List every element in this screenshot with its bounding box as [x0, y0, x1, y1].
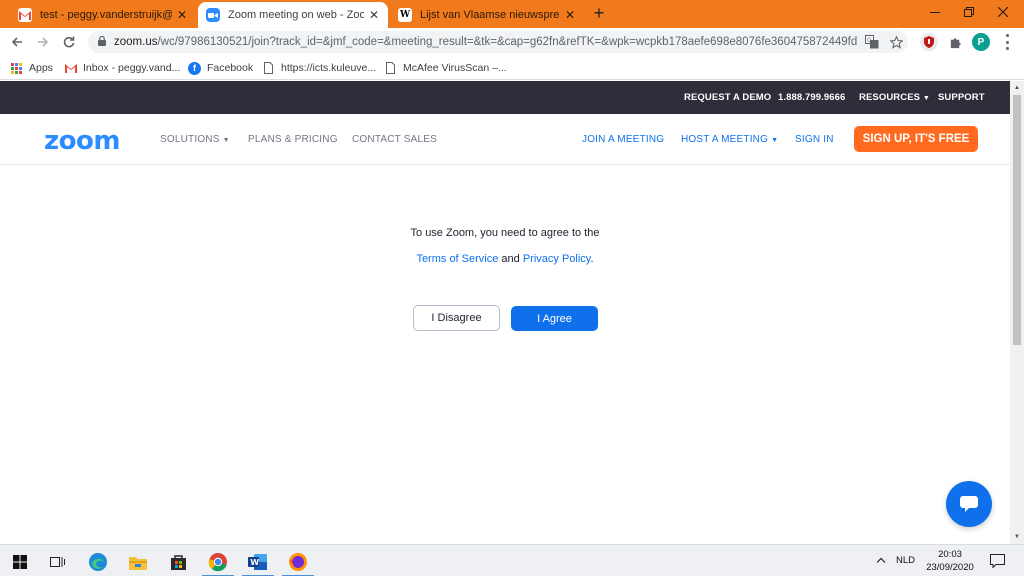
page-icon	[384, 62, 397, 75]
bookmark-label: Apps	[29, 62, 53, 74]
scrollbar-thumb[interactable]	[1013, 95, 1021, 345]
svg-text:G: G	[867, 37, 872, 44]
wikipedia-icon: W	[398, 8, 412, 22]
facebook-icon: f	[188, 61, 201, 75]
svg-text:W: W	[250, 558, 259, 567]
mcafee-extension-icon[interactable]	[920, 33, 938, 51]
sign-in-link[interactable]: SIGN IN	[795, 114, 834, 165]
bookmark-apps[interactable]: Apps	[10, 60, 53, 76]
close-window-icon[interactable]	[986, 0, 1020, 24]
join-meeting-link[interactable]: JOIN A MEETING	[582, 114, 664, 165]
host-meeting-menu[interactable]: HOST A MEETING ▼	[681, 114, 778, 166]
request-demo-link[interactable]: REQUEST A DEMO	[684, 81, 771, 114]
address-bar[interactable]: zoom.us/wc/97986130521/join?track_id=&jm…	[88, 31, 908, 53]
agree-button[interactable]: I Agree	[511, 306, 598, 331]
firefox-icon[interactable]	[278, 549, 318, 576]
file-explorer-icon[interactable]	[118, 549, 158, 575]
close-icon[interactable]: ✕	[368, 8, 380, 22]
tab-title: Zoom meeting on web - Zoom	[228, 9, 364, 21]
plans-pricing-link[interactable]: PLANS & PRICING	[248, 114, 338, 165]
browser-menu-icon[interactable]	[1004, 34, 1010, 50]
clock[interactable]: 20:03 23/09/2020	[922, 548, 978, 574]
bookmark-inbox[interactable]: Inbox - peggy.vand...	[64, 60, 180, 76]
minimize-icon[interactable]	[918, 0, 952, 24]
disagree-button[interactable]: I Disagree	[413, 305, 500, 331]
tray-expand-icon[interactable]	[876, 545, 886, 576]
support-link[interactable]: SUPPORT	[938, 81, 985, 114]
sign-up-button[interactable]: SIGN UP, IT'S FREE	[854, 126, 978, 152]
clock-time: 20:03	[938, 549, 962, 560]
zoom-icon	[206, 8, 220, 22]
page-scrollbar[interactable]: ▲ ▼	[1010, 81, 1024, 544]
new-tab-button[interactable]: +	[590, 4, 608, 22]
bookmark-icts[interactable]: https://icts.kuleuve...	[262, 60, 376, 76]
caret-down-icon: ▼	[922, 95, 930, 102]
windows-taskbar: W NLD 20:03 23/09/2020	[0, 544, 1024, 576]
caret-down-icon: ▼	[771, 137, 779, 144]
bookmark-facebook[interactable]: f Facebook	[188, 60, 253, 76]
lock-icon	[98, 36, 106, 46]
zoom-main-nav: zoom SOLUTIONS ▼ PLANS & PRICING CONTACT…	[0, 114, 1010, 165]
extensions-puzzle-icon[interactable]	[946, 33, 964, 51]
url-text: zoom.us/wc/97986130521/join?track_id=&jm…	[114, 36, 858, 48]
tab-title: Lijst van Vlaamse nieuwspresent	[420, 9, 560, 21]
language-indicator[interactable]: NLD	[896, 545, 915, 576]
bookmark-mcafee[interactable]: McAfee VirusScan –...	[384, 60, 507, 76]
edge-icon[interactable]	[78, 549, 118, 575]
clock-date: 23/09/2020	[926, 562, 974, 573]
profile-avatar[interactable]: P	[972, 33, 990, 51]
resources-menu[interactable]: RESOURCES ▼	[859, 81, 930, 115]
star-icon[interactable]	[888, 34, 904, 50]
privacy-policy-link[interactable]: Privacy Policy	[523, 253, 591, 265]
agreement-message: To use Zoom, you need to agree to the	[410, 227, 600, 239]
tab-zoom[interactable]: Zoom meeting on web - Zoom ✕	[198, 2, 388, 28]
tab-title: test - peggy.vanderstruijk@gmai	[40, 9, 172, 21]
zoom-logo[interactable]: zoom	[44, 126, 120, 156]
task-view-icon[interactable]	[38, 549, 78, 575]
bookmark-label: https://icts.kuleuve...	[281, 62, 377, 74]
contact-sales-link[interactable]: CONTACT SALES	[352, 114, 437, 165]
back-arrow-icon[interactable]	[8, 33, 26, 51]
gmail-icon	[64, 62, 77, 75]
scroll-down-icon[interactable]: ▼	[1013, 533, 1021, 541]
word-icon[interactable]: W	[238, 549, 278, 576]
chat-bubble-icon	[960, 496, 978, 512]
phone-number-link[interactable]: 1.888.799.9666	[778, 81, 845, 114]
start-icon[interactable]	[0, 549, 40, 575]
chrome-icon[interactable]	[198, 549, 238, 576]
browser-toolbar: zoom.us/wc/97986130521/join?track_id=&jm…	[0, 28, 1024, 56]
forward-arrow-icon[interactable]	[34, 33, 52, 51]
bookmark-label: Inbox - peggy.vand...	[83, 62, 181, 74]
terms-of-service-link[interactable]: Terms of Service	[416, 253, 498, 265]
restore-icon[interactable]	[952, 0, 986, 24]
zoom-top-bar: REQUEST A DEMO 1.888.799.9666 RESOURCES …	[0, 81, 1010, 114]
tab-wikipedia[interactable]: W Lijst van Vlaamse nieuwspresent ✕	[390, 2, 584, 28]
close-icon[interactable]: ✕	[564, 8, 576, 22]
and-text: and	[501, 253, 520, 265]
close-icon[interactable]: ✕	[176, 8, 188, 22]
apps-grid-icon	[10, 62, 23, 75]
page-icon	[262, 62, 275, 75]
tab-gmail[interactable]: test - peggy.vanderstruijk@gmai ✕	[10, 2, 196, 28]
translate-icon[interactable]: G	[864, 34, 880, 50]
reload-icon[interactable]	[60, 33, 78, 51]
bookmark-label: McAfee VirusScan –...	[403, 62, 507, 74]
bookmark-label: Facebook	[207, 62, 254, 74]
scroll-up-icon[interactable]: ▲	[1013, 84, 1021, 92]
browser-tab-strip: test - peggy.vanderstruijk@gmai ✕ Zoom m…	[0, 0, 1024, 28]
agreement-panel: To use Zoom, you need to agree to the Te…	[0, 166, 1010, 544]
notifications-icon[interactable]	[990, 554, 1005, 573]
gmail-icon	[18, 8, 32, 22]
bookmarks-bar: Apps Inbox - peggy.vand... f Facebook ht…	[0, 56, 1024, 80]
chat-support-button[interactable]	[946, 481, 992, 527]
period-text: .	[590, 253, 594, 265]
agreement-links-line: Terms of Service and Privacy Policy.	[0, 253, 1010, 265]
caret-down-icon: ▼	[222, 137, 230, 144]
solutions-menu[interactable]: SOLUTIONS ▼	[160, 114, 230, 166]
store-icon[interactable]	[158, 549, 198, 575]
